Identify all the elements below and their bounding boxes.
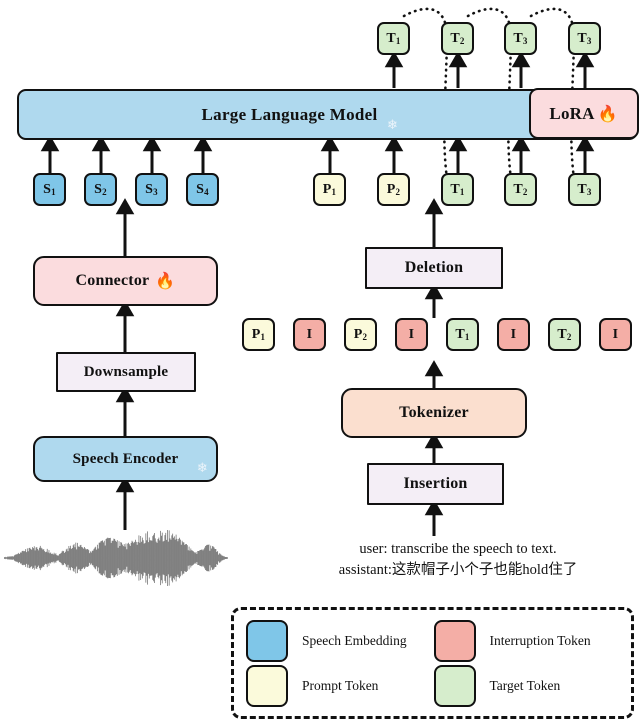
tokenizer-out-token-3: P2 [344,318,377,351]
tokenizer-out-token-4: I [395,318,428,351]
token-text: I [510,326,517,342]
legend-swatch-interruption-token [433,619,476,662]
input-token-s2: S2 [84,173,117,206]
insertion-block: Insertion [367,463,504,505]
speech-encoder-block: Speech Encoder ❄ [33,436,218,482]
legend-item-interruption-token: Interruption Token [433,618,622,663]
legend-swatch-prompt-token [246,664,288,707]
legend-item-speech-embedding: Speech Embedding [246,618,434,663]
token-text: P1 [251,326,266,342]
tokenizer-out-token-8: I [599,318,632,351]
token-text: S4 [196,181,209,197]
deletion-label: Deletion [404,259,464,276]
token-text: I [306,326,313,342]
token-text: I [408,326,415,342]
input-token-p2: P2 [377,173,410,206]
lora-label: LoRA [549,103,595,123]
downsample-block: Downsample [56,352,196,392]
token-text: T3 [577,30,592,46]
dialogue-line-user: user: transcribe the speech to text. [359,541,557,557]
input-token-t1: T1 [441,173,474,206]
llm-label: Large Language Model [201,104,378,124]
dialogue-line-assistant: assistant:这款帽子小个子也能hold住了 [338,562,578,579]
token-text: S2 [94,181,107,197]
token-text: T1 [386,30,401,46]
token-text: T1 [455,326,470,342]
legend-label: Target Token [489,677,561,693]
token-text: T2 [450,30,465,46]
insertion-label: Insertion [403,475,468,492]
tokenizer-label: Tokenizer [399,404,469,421]
connector-label: Connector [75,272,150,289]
tokenizer-out-token-6: I [497,318,530,351]
legend-label: Prompt Token [302,677,379,693]
token-text: S1 [43,181,56,197]
token-text: P1 [322,181,337,197]
output-token-1: T1 [377,22,410,55]
deletion-block: Deletion [365,247,503,289]
arrows-inputs-to-llm [40,135,595,173]
token-text: T2 [557,326,572,342]
legend-box: Speech Embedding Interruption Token Prom… [231,607,634,719]
connector-block: Connector 🔥 [33,256,218,306]
tokenizer-out-token-5: T1 [446,318,479,351]
token-text: T1 [450,181,465,197]
tokenizer-out-token-1: P1 [242,318,275,351]
output-token-2: T2 [441,22,474,55]
input-token-s1: S1 [33,173,66,206]
token-text: T2 [513,181,528,197]
input-token-p1: P1 [313,173,346,206]
output-token-3: T3 [504,22,537,55]
legend-swatch-target-token [433,664,476,707]
speech-encoder-label: Speech Encoder [72,450,179,467]
tokenizer-out-token-2: I [293,318,326,351]
token-text: T3 [577,181,592,197]
output-token-4: T3 [568,22,601,55]
token-text: I [612,326,619,342]
input-token-t2: T2 [504,173,537,206]
legend-item-prompt-token: Prompt Token [246,663,434,708]
speech-waveform [4,529,228,587]
token-text: S3 [145,181,158,197]
snowflake-icon: ❄ [196,461,208,476]
legend-label: Interruption Token [489,632,591,648]
input-token-s4: S4 [186,173,219,206]
lora-block: LoRA 🔥 [528,88,639,140]
legend-label: Speech Embedding [302,632,407,648]
large-language-model-block: Large Language Model ❄ LoRA 🔥 [17,88,639,140]
downsample-label: Downsample [83,363,169,380]
tokenizer-block: Tokenizer [341,388,527,438]
tokenizer-out-token-7: T2 [548,318,581,351]
legend-item-target-token: Target Token [433,663,622,708]
token-text: P2 [353,326,368,342]
token-text: T3 [513,30,528,46]
legend-swatch-speech-embedding [246,619,288,662]
token-text: P2 [386,181,401,197]
input-token-s3: S3 [135,173,168,206]
fire-icon: 🔥 [155,271,176,290]
dialogue-text: user: transcribe the speech to text. ass… [276,539,640,581]
arrows-llm-to-outputs [384,51,595,88]
fire-icon: 🔥 [597,103,618,123]
snowflake-icon: ❄ [387,118,399,133]
diagram-canvas: T1 T2 T3 T3 Large Language Model ❄ LoRA … [0,0,640,724]
input-token-t3: T3 [568,173,601,206]
